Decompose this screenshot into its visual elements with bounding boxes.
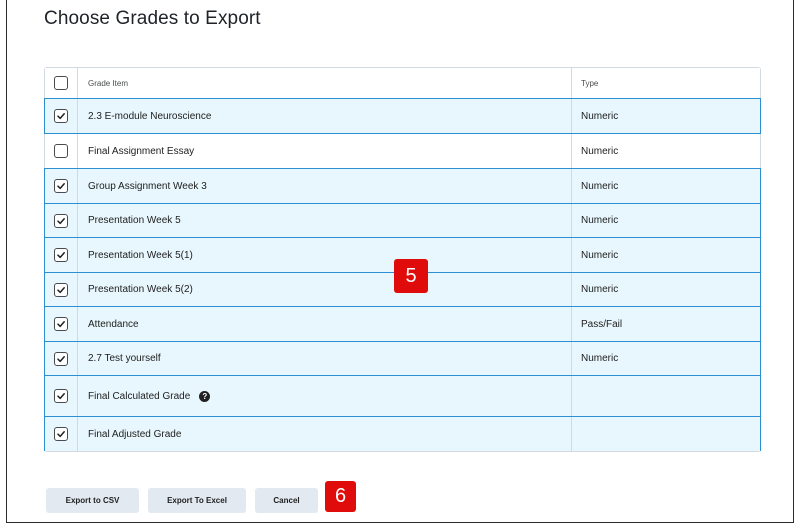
row-checkbox[interactable] — [54, 317, 68, 331]
grade-item-cell: Final Assignment Essay — [78, 134, 572, 168]
row-checkbox-cell — [45, 307, 78, 341]
grade-type-cell: Numeric — [581, 215, 619, 226]
table-row[interactable]: Group Assignment Week 3 Numeric — [44, 168, 761, 204]
row-checkbox-cell — [45, 134, 78, 168]
row-checkbox[interactable] — [54, 179, 68, 193]
grade-type-cell: Numeric — [581, 180, 619, 192]
grade-item-name: Final Calculated Grade — [88, 390, 191, 402]
cancel-button[interactable]: Cancel — [255, 488, 318, 513]
help-icon[interactable]: ? — [199, 390, 211, 402]
grade-item-cell: Presentation Week 5(1) — [78, 238, 572, 272]
checkmark-icon — [57, 355, 65, 362]
checkmark-icon — [57, 393, 65, 400]
row-checkbox-cell — [45, 376, 78, 416]
table-row[interactable]: Final Calculated Grade? — [44, 375, 761, 417]
table-row[interactable]: Final Assignment Essay Numeric — [45, 134, 760, 169]
grade-item-cell: Group Assignment Week 3 — [78, 169, 572, 203]
export-to-excel-button[interactable]: Export To Excel — [148, 488, 246, 513]
row-checkbox-cell — [45, 99, 78, 133]
grade-item-name: 2.7 Test yourself — [88, 353, 161, 364]
grade-item-name: Final Assignment Essay — [88, 145, 195, 157]
checkmark-icon — [57, 217, 65, 224]
page-title: Choose Grades to Export — [44, 8, 261, 29]
grade-type-cell: Pass/Fail — [581, 318, 623, 330]
row-checkbox[interactable] — [54, 144, 68, 158]
grade-item-name: 2.3 E-module Neuroscience — [88, 110, 212, 122]
row-checkbox-cell — [45, 273, 78, 306]
table-header: Grade Item Type — [45, 68, 760, 99]
step-5-badge: 5 — [394, 259, 428, 293]
grade-item-cell: Presentation Week 5(2) — [78, 273, 572, 306]
grade-type-cell: Numeric — [581, 249, 619, 261]
grade-item-name: Presentation Week 5 — [88, 215, 181, 226]
grade-type-cell: Numeric — [581, 110, 619, 122]
grade-item-cell: Attendance — [78, 307, 572, 341]
grade-item-name: Attendance — [88, 318, 139, 330]
grade-type-cell: Numeric — [581, 145, 619, 157]
grade-item-name: Presentation Week 5(2) — [88, 284, 193, 295]
row-checkbox[interactable] — [54, 351, 68, 366]
checkmark-icon — [57, 252, 65, 259]
checkmark-icon — [57, 183, 65, 190]
grade-item-cell: 2.3 E-module Neuroscience — [78, 99, 572, 133]
checkmark-icon — [57, 321, 65, 328]
table-row[interactable]: 2.7 Test yourself Numeric — [44, 341, 761, 376]
select-all-checkbox[interactable] — [54, 76, 68, 90]
table-row[interactable]: Presentation Week 5 Numeric — [44, 203, 761, 238]
grade-item-cell: 2.7 Test yourself — [78, 342, 572, 375]
row-checkbox[interactable] — [54, 109, 68, 123]
row-checkbox[interactable] — [54, 427, 68, 441]
row-checkbox[interactable] — [54, 248, 68, 262]
grade-type-cell — [572, 376, 760, 416]
header-checkbox-cell — [45, 68, 78, 98]
checkmark-icon — [57, 113, 65, 120]
row-checkbox-cell — [45, 342, 78, 375]
grade-item-name: Group Assignment Week 3 — [88, 180, 207, 192]
row-checkbox[interactable] — [54, 389, 68, 403]
row-checkbox-cell — [45, 417, 78, 451]
grade-type-cell — [572, 417, 760, 451]
grade-item-name: Presentation Week 5(1) — [88, 249, 193, 261]
grade-item-cell: Final Calculated Grade? — [78, 376, 572, 416]
row-checkbox-cell — [45, 169, 78, 203]
row-checkbox[interactable] — [54, 282, 68, 297]
column-header-grade-item: Grade Item — [78, 68, 572, 98]
grade-item-cell: Presentation Week 5 — [78, 204, 572, 237]
grade-type-cell: Numeric — [581, 284, 619, 295]
row-checkbox[interactable] — [54, 213, 68, 228]
column-header-type: Type — [581, 78, 599, 88]
export-to-csv-button[interactable]: Export to CSV — [46, 488, 139, 513]
step-6-badge: 6 — [325, 481, 356, 512]
checkmark-icon — [57, 286, 65, 293]
grade-item-cell: Final Adjusted Grade — [78, 417, 572, 451]
row-checkbox-cell — [45, 204, 78, 237]
checkmark-icon — [57, 431, 65, 438]
table-row[interactable]: Attendance Pass/Fail — [44, 306, 761, 342]
row-checkbox-cell — [45, 238, 78, 272]
table-row[interactable]: Final Adjusted Grade — [44, 416, 761, 451]
grade-item-name: Final Adjusted Grade — [88, 428, 182, 440]
grade-type-cell: Numeric — [581, 353, 619, 364]
table-row[interactable]: 2.3 E-module Neuroscience Numeric — [44, 98, 761, 134]
